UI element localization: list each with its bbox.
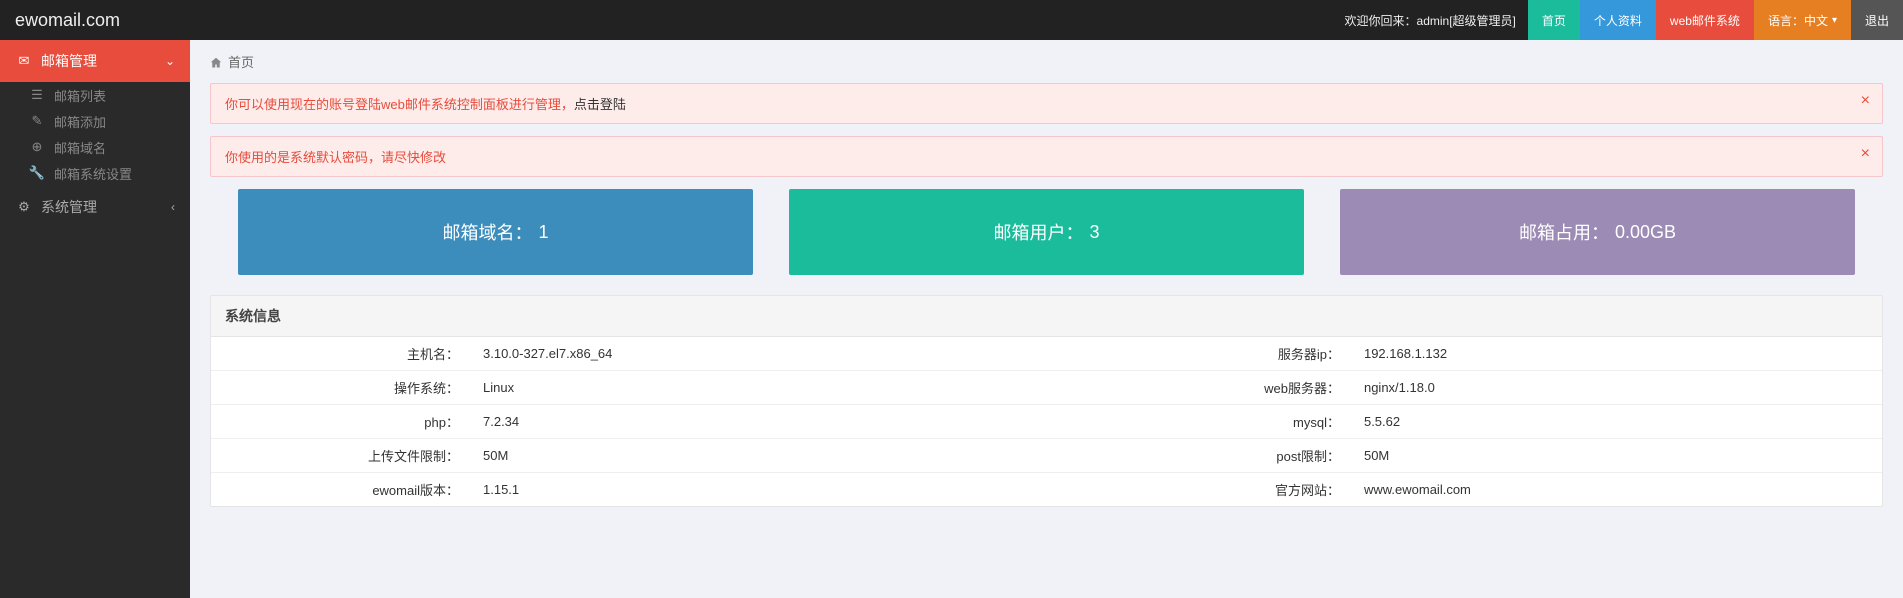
info-value: 50M (471, 439, 1092, 473)
info-key: 操作系统： (211, 371, 471, 405)
info-value: 50M (1352, 439, 1882, 473)
brand-logo: ewomail.com (0, 10, 190, 31)
info-key: mysql： (1092, 405, 1352, 439)
sidebar-item-label: 邮箱列表 (54, 86, 106, 105)
info-key: 服务器ip： (1092, 337, 1352, 371)
envelope-icon: ✉ (15, 53, 33, 69)
stat-usage-box: 邮箱占用： 0.00GB (1340, 189, 1855, 275)
stat-domain-value: 1 (538, 222, 548, 243)
sidebar-item-mailbox-list[interactable]: ☰ 邮箱列表 (0, 82, 190, 108)
close-icon[interactable]: × (1861, 92, 1870, 110)
info-key: web服务器： (1092, 371, 1352, 405)
home-icon (210, 54, 222, 69)
info-key: 官方网站： (1092, 473, 1352, 507)
info-value: www.ewomail.com (1352, 473, 1882, 507)
sidebar-mail-submenu: ☰ 邮箱列表 ✎ 邮箱添加 ⊕ 邮箱域名 🔧 邮箱系统设置 (0, 82, 190, 186)
chevron-down-icon: ▾ (1832, 15, 1837, 26)
stats-row: 邮箱域名： 1 邮箱用户： 3 邮箱占用： 0.00GB (210, 189, 1883, 275)
nav-logout-button[interactable]: 退出 (1851, 0, 1903, 40)
welcome-prefix: 欢迎你回来： (1345, 12, 1417, 29)
breadcrumb: 首页 (190, 40, 1903, 83)
info-value: nginx/1.18.0 (1352, 371, 1882, 405)
pencil-icon: ✎ (28, 113, 46, 129)
alert-text: 你使用的是系统默认密码，请尽快修改 (225, 150, 446, 165)
sidebar-item-mailbox-settings[interactable]: 🔧 邮箱系统设置 (0, 160, 190, 186)
system-info-table: 主机名：3.10.0-327.el7.x86_64服务器ip：192.168.1… (211, 337, 1882, 506)
sidebar-item-mailbox-add[interactable]: ✎ 邮箱添加 (0, 108, 190, 134)
stat-usage-label: 邮箱占用： (1519, 219, 1609, 245)
sidebar-item-mailbox-domain[interactable]: ⊕ 邮箱域名 (0, 134, 190, 160)
alert-text-red: 你可以使用现在的账号登陆web邮件系统控制面板进行管理， (225, 97, 574, 112)
stat-user-value: 3 (1089, 222, 1099, 243)
top-header: ewomail.com 欢迎你回来： admin[超级管理员] 首页 个人资料 … (0, 0, 1903, 40)
nav-language-dropdown[interactable]: 语言：中文 ▾ (1754, 0, 1851, 40)
chevron-left-icon: ‹ (171, 200, 175, 214)
nav-webmail-button[interactable]: web邮件系统 (1656, 0, 1754, 40)
info-key: post限制： (1092, 439, 1352, 473)
info-key: 上传文件限制： (211, 439, 471, 473)
sidebar-item-label: 邮箱系统设置 (54, 164, 132, 183)
header-right: 欢迎你回来： admin[超级管理员] 首页 个人资料 web邮件系统 语言：中… (1333, 0, 1903, 40)
stat-user-label: 邮箱用户： (993, 219, 1083, 245)
list-icon: ☰ (28, 87, 46, 103)
stat-domain-label: 邮箱域名： (442, 219, 532, 245)
sidebar-item-label: 邮箱域名 (54, 138, 106, 157)
stat-domain-box: 邮箱域名： 1 (238, 189, 753, 275)
table-row: 上传文件限制：50Mpost限制：50M (211, 439, 1882, 473)
info-value: 3.10.0-327.el7.x86_64 (471, 337, 1092, 371)
nav-language-label: 语言：中文 (1768, 12, 1828, 29)
sidebar-system-management[interactable]: ⚙ 系统管理 ‹ (0, 186, 190, 228)
info-value: 192.168.1.132 (1352, 337, 1882, 371)
info-value: 1.15.1 (471, 473, 1092, 507)
close-icon[interactable]: × (1861, 145, 1870, 163)
sidebar-mail-management[interactable]: ✉ 邮箱管理 ⌄ (0, 40, 190, 82)
info-value: 7.2.34 (471, 405, 1092, 439)
info-value: Linux (471, 371, 1092, 405)
stat-user-box: 邮箱用户： 3 (789, 189, 1304, 275)
wrench-icon: 🔧 (28, 165, 46, 181)
table-row: 操作系统：Linuxweb服务器：nginx/1.18.0 (211, 371, 1882, 405)
welcome-username: admin[超级管理员] (1417, 12, 1516, 29)
info-value: 5.5.62 (1352, 405, 1882, 439)
sidebar-mail-label: 邮箱管理 (41, 51, 97, 71)
table-row: php：7.2.34mysql：5.5.62 (211, 405, 1882, 439)
breadcrumb-home[interactable]: 首页 (228, 52, 254, 71)
sidebar-item-label: 邮箱添加 (54, 112, 106, 131)
stat-usage-value: 0.00GB (1615, 222, 1676, 243)
main-content: 首页 你可以使用现在的账号登陆web邮件系统控制面板进行管理，点击登陆 × 你使… (190, 40, 1903, 598)
chevron-down-icon: ⌄ (165, 54, 175, 68)
globe-icon: ⊕ (28, 139, 46, 155)
nav-profile-button[interactable]: 个人资料 (1580, 0, 1656, 40)
panel-title: 系统信息 (211, 296, 1882, 337)
system-info-panel: 系统信息 主机名：3.10.0-327.el7.x86_64服务器ip：192.… (210, 295, 1883, 507)
info-key: php： (211, 405, 471, 439)
alert-default-password: 你使用的是系统默认密码，请尽快修改 × (210, 136, 1883, 177)
sidebar: ✉ 邮箱管理 ⌄ ☰ 邮箱列表 ✎ 邮箱添加 ⊕ 邮箱域名 🔧 邮箱系统设置 ⚙ (0, 40, 190, 598)
info-key: 主机名： (211, 337, 471, 371)
info-key: ewomail版本： (211, 473, 471, 507)
sidebar-sys-label: 系统管理 (41, 197, 97, 217)
alert-login-link[interactable]: 点击登陆 (574, 97, 626, 112)
welcome-text: 欢迎你回来： admin[超级管理员] (1333, 0, 1528, 40)
alert-webmail-login: 你可以使用现在的账号登陆web邮件系统控制面板进行管理，点击登陆 × (210, 83, 1883, 124)
table-row: ewomail版本：1.15.1官方网站：www.ewomail.com (211, 473, 1882, 507)
table-row: 主机名：3.10.0-327.el7.x86_64服务器ip：192.168.1… (211, 337, 1882, 371)
gear-icon: ⚙ (15, 199, 33, 215)
nav-home-button[interactable]: 首页 (1528, 0, 1580, 40)
